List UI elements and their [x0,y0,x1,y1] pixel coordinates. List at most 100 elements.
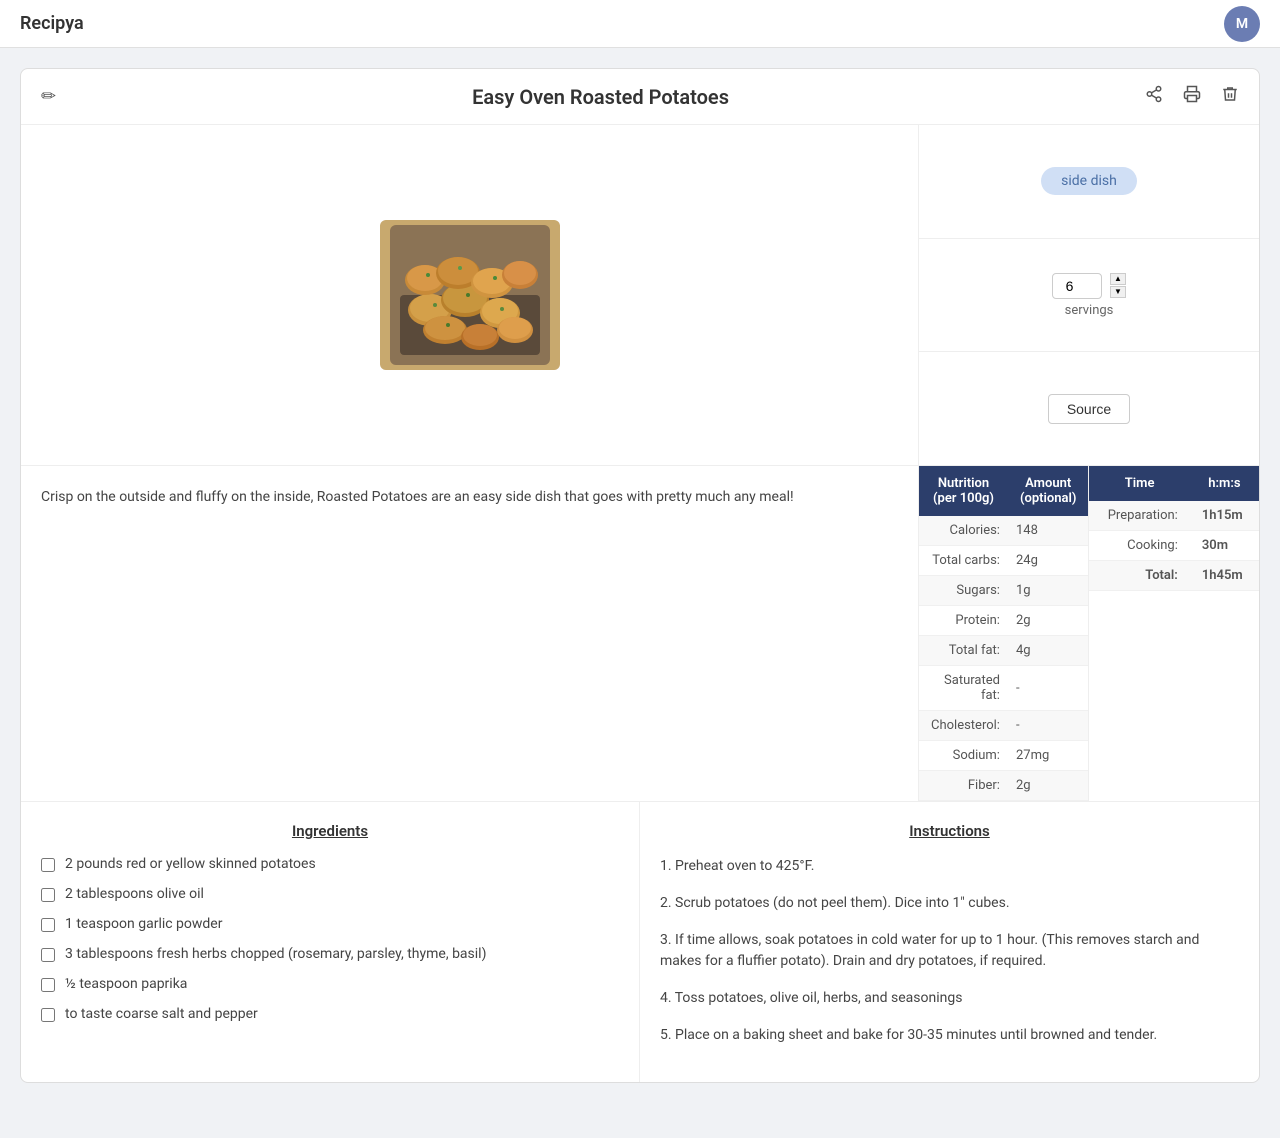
recipe-middle: Crisp on the outside and fluffy on the i… [21,466,1259,802]
ingredient-item: 3 tablespoons fresh herbs chopped (rosem… [41,946,619,962]
instructions-title: Instructions [660,822,1239,840]
recipe-image [380,220,560,370]
nutrition-header-col1: Nutrition(per 100g) [919,466,1008,516]
print-button[interactable] [1179,81,1205,112]
nutrition-value: - [1008,666,1088,711]
recipe-image-area [21,125,919,465]
ingredient-item: ½ teaspoon paprika [41,976,619,992]
nutrition-row: Cholesterol: - [919,711,1088,741]
nutrition-col: Nutrition(per 100g) Amount(optional) Cal… [919,466,1089,801]
ingredients-section: Ingredients 2 pounds red or yellow skinn… [21,802,640,1082]
ingredient-text: 2 pounds red or yellow skinned potatoes [65,856,316,872]
time-col: Time h:m:s Preparation: 1h15m Cooking: 3… [1089,466,1259,801]
time-value: 1h45m [1190,561,1259,591]
ingredient-text: 2 tablespoons olive oil [65,886,204,902]
ingredient-checkbox[interactable] [41,918,55,932]
nutrition-value: 2g [1008,771,1088,801]
source-button[interactable]: Source [1048,394,1130,424]
nutrition-label: Total carbs: [919,546,1008,576]
instructions-section: Instructions 1. Preheat oven to 425°F. 2.… [640,802,1259,1082]
edit-icon: ✏ [41,86,56,106]
servings-section: ▲ ▼ servings [919,239,1259,353]
nutrition-row: Protein: 2g [919,606,1088,636]
spinner-buttons: ▲ ▼ [1110,273,1126,298]
ingredient-text: ½ teaspoon paprika [65,976,187,992]
time-header-col2: h:m:s [1190,466,1259,501]
time-row: Cooking: 30m [1089,531,1259,561]
instruction-item: 2. Scrub potatoes (do not peel them). Di… [660,893,1239,914]
ingredient-item: 2 pounds red or yellow skinned potatoes [41,856,619,872]
instruction-item: 4. Toss potatoes, olive oil, herbs, and … [660,988,1239,1009]
instruction-item: 3. If time allows, soak potatoes in cold… [660,930,1239,972]
nutrition-label: Cholesterol: [919,711,1008,741]
tag-badge: side dish [1041,167,1137,195]
nutrition-row: Sodium: 27mg [919,741,1088,771]
delete-icon [1221,87,1239,107]
print-icon [1183,87,1201,107]
nutrition-value: 27mg [1008,741,1088,771]
main-content: ✏ Easy Oven Roasted Potatoes [0,48,1280,1103]
source-section: Source [919,352,1259,465]
ingredients-list: 2 pounds red or yellow skinned potatoes … [41,856,619,1022]
servings-row: ▲ ▼ [1052,273,1126,299]
edit-button[interactable]: ✏ [37,82,60,111]
ingredient-checkbox[interactable] [41,888,55,902]
nutrition-value: 1g [1008,576,1088,606]
recipe-bottom: Ingredients 2 pounds red or yellow skinn… [21,802,1259,1082]
nutrition-row: Sugars: 1g [919,576,1088,606]
nutrition-row: Calories: 148 [919,516,1088,546]
nutrition-header-col2: Amount(optional) [1008,466,1088,516]
tag-section: side dish [919,125,1259,239]
time-label: Preparation: [1089,501,1189,531]
nutrition-label: Total fat: [919,636,1008,666]
nutrition-table: Nutrition(per 100g) Amount(optional) Cal… [919,466,1088,801]
ingredient-checkbox[interactable] [41,978,55,992]
recipe-meta: side dish ▲ ▼ servings Source [919,125,1259,465]
nutrition-label: Sugars: [919,576,1008,606]
nutrition-row: Total carbs: 24g [919,546,1088,576]
nutrition-label: Fiber: [919,771,1008,801]
ingredient-item: to taste coarse salt and pepper [41,1006,619,1022]
ingredient-text: 3 tablespoons fresh herbs chopped (rosem… [65,946,486,962]
ingredient-checkbox[interactable] [41,1008,55,1022]
ingredient-item: 1 teaspoon garlic powder [41,916,619,932]
ingredients-title: Ingredients [41,822,619,840]
recipe-card: ✏ Easy Oven Roasted Potatoes [20,68,1260,1083]
ingredient-text: 1 teaspoon garlic powder [65,916,222,932]
servings-up-button[interactable]: ▲ [1110,273,1126,285]
time-label: Total: [1089,561,1189,591]
time-value: 30m [1190,531,1259,561]
nutrition-label: Sodium: [919,741,1008,771]
time-table: Time h:m:s Preparation: 1h15m Cooking: 3… [1089,466,1259,591]
servings-input[interactable] [1052,273,1102,299]
time-value: 1h15m [1190,501,1259,531]
ingredient-text: to taste coarse salt and pepper [65,1006,258,1022]
recipe-description: Crisp on the outside and fluffy on the i… [21,466,919,801]
nutrition-row: Fiber: 2g [919,771,1088,801]
header-icons [1141,81,1243,112]
ingredient-checkbox[interactable] [41,858,55,872]
time-row: Total: 1h45m [1089,561,1259,591]
app-title: Recipya [20,13,84,34]
nutrition-value: - [1008,711,1088,741]
time-label: Cooking: [1089,531,1189,561]
nutrition-row: Total fat: 4g [919,636,1088,666]
servings-down-button[interactable]: ▼ [1110,286,1126,298]
ingredient-checkbox[interactable] [41,948,55,962]
nutrition-value: 148 [1008,516,1088,546]
instruction-item: 1. Preheat oven to 425°F. [660,856,1239,877]
share-button[interactable] [1141,81,1167,112]
recipe-title: Easy Oven Roasted Potatoes [60,85,1141,109]
nutrition-time-area: Nutrition(per 100g) Amount(optional) Cal… [919,466,1259,801]
nutrition-value: 4g [1008,636,1088,666]
ingredient-item: 2 tablespoons olive oil [41,886,619,902]
recipe-header: ✏ Easy Oven Roasted Potatoes [21,69,1259,125]
delete-button[interactable] [1217,81,1243,112]
nutrition-value: 2g [1008,606,1088,636]
user-avatar[interactable]: M [1224,6,1260,42]
share-icon [1145,87,1163,107]
instructions-list: 1. Preheat oven to 425°F. 2. Scrub potato… [660,856,1239,1046]
time-row: Preparation: 1h15m [1089,501,1259,531]
nutrition-label: Saturated fat: [919,666,1008,711]
nutrition-value: 24g [1008,546,1088,576]
